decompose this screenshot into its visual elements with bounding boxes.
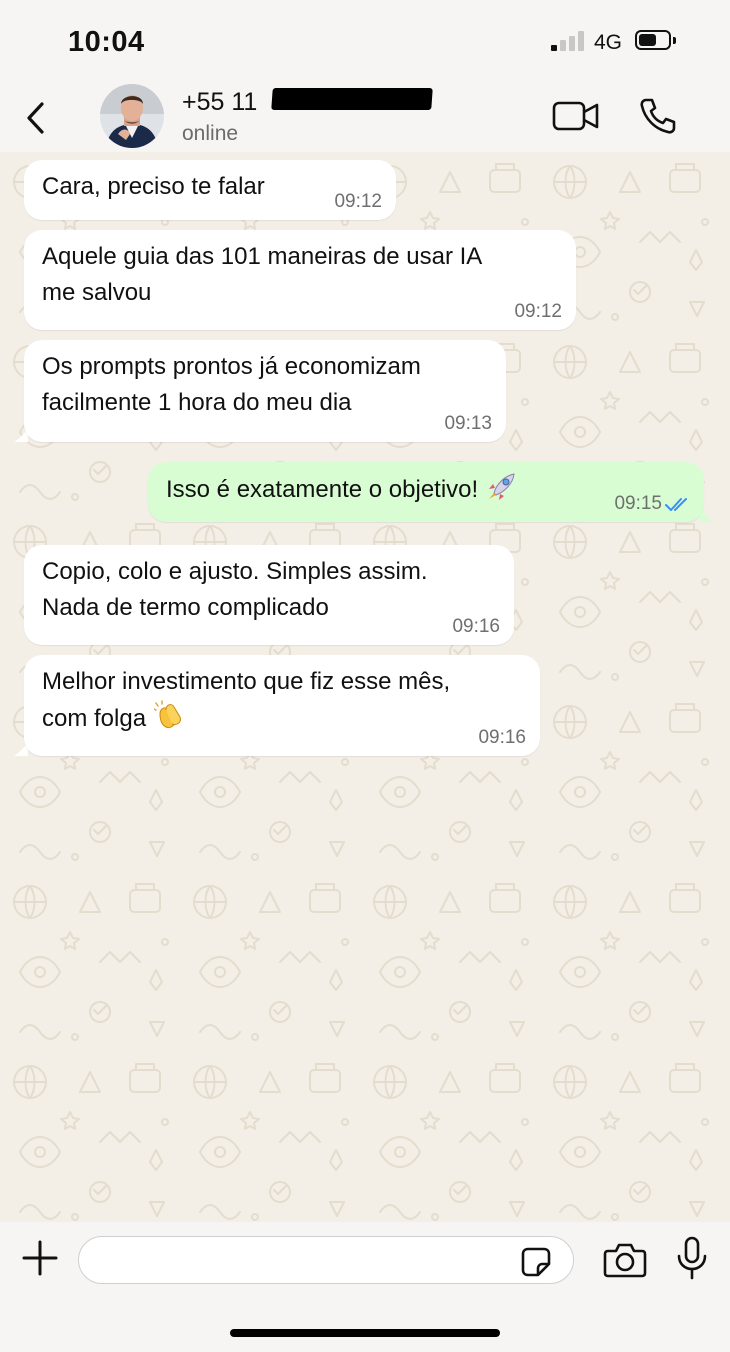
message-time: 09:15 <box>614 493 662 514</box>
message-bubble-incoming[interactable]: Copio, colo e ajusto. Simples assim. Nad… <box>24 545 514 645</box>
message-input[interactable] <box>78 1236 574 1284</box>
avatar-photo <box>100 84 164 148</box>
message-text: Os prompts prontos já economizam facilme… <box>42 353 421 416</box>
sticker-icon <box>521 1247 551 1277</box>
sticker-button[interactable] <box>520 1246 552 1278</box>
clapping-hands-emoji <box>154 700 181 728</box>
camera-icon <box>603 1243 647 1278</box>
message-time: 09:12 <box>334 191 382 212</box>
message-time: 09:13 <box>444 413 492 434</box>
microphone-button[interactable] <box>676 1236 708 1280</box>
camera-button[interactable] <box>603 1240 647 1280</box>
back-chevron-icon <box>27 102 44 134</box>
phone-icon <box>640 98 676 134</box>
message-bubble-outgoing[interactable]: Isso é exatamente o objetivo! 09:15 <box>148 462 704 522</box>
contact-name[interactable]: +55 11 <box>182 88 257 117</box>
message-time: 09:16 <box>452 616 500 637</box>
video-call-button[interactable] <box>552 100 600 132</box>
message-text: Melhor investimento que fiz esse mês, co… <box>42 664 526 737</box>
signal-strength-icon <box>551 31 585 51</box>
message-time: 09:12 <box>514 301 562 322</box>
battery-tip <box>673 37 676 44</box>
attach-button[interactable] <box>20 1238 60 1278</box>
plus-icon <box>22 1240 58 1276</box>
message-bubble-incoming[interactable]: Os prompts prontos já economizam facilme… <box>24 340 506 442</box>
video-camera-icon <box>552 101 599 131</box>
message-bubble-incoming[interactable]: Melhor investimento que fiz esse mês, co… <box>24 655 540 756</box>
clock: 10:04 <box>68 26 145 58</box>
message-text: Cara, preciso te falar <box>42 173 265 200</box>
battery-icon <box>635 30 671 50</box>
message-text: Isso é exatamente o objetivo! <box>166 471 690 508</box>
voice-call-button[interactable] <box>638 97 678 135</box>
contact-status: online <box>182 122 239 145</box>
home-indicator[interactable] <box>230 1329 500 1337</box>
redacted-phone-number <box>271 88 433 110</box>
bubble-tail-outgoing <box>700 508 714 522</box>
message-input-bar <box>0 1222 730 1352</box>
message-time: 09:16 <box>478 727 526 748</box>
chat-area[interactable]: Cara, preciso te falar 09:12 Aquele guia… <box>0 152 730 1222</box>
message-text-content: Isso é exatamente o objetivo! <box>166 476 479 503</box>
microphone-icon <box>677 1236 707 1280</box>
message-text: Copio, colo e ajusto. Simples assim. Nad… <box>42 558 428 621</box>
network-type: 4G <box>594 31 623 54</box>
back-button[interactable] <box>22 100 52 136</box>
read-receipt-icon <box>665 498 687 511</box>
chat-header: +55 11 online <box>0 78 730 152</box>
avatar[interactable] <box>100 84 164 148</box>
rocket-emoji <box>489 473 515 500</box>
message-bubble-incoming[interactable]: Aquele guia das 101 maneiras de usar IA … <box>24 230 576 330</box>
message-bubble-incoming[interactable]: Cara, preciso te falar 09:12 <box>24 160 396 220</box>
status-bar: 10:04 4G <box>0 0 730 78</box>
message-text: Aquele guia das 101 maneiras de usar IA … <box>42 243 483 306</box>
message-text-content: Melhor investimento que fiz esse mês, co… <box>42 668 451 732</box>
